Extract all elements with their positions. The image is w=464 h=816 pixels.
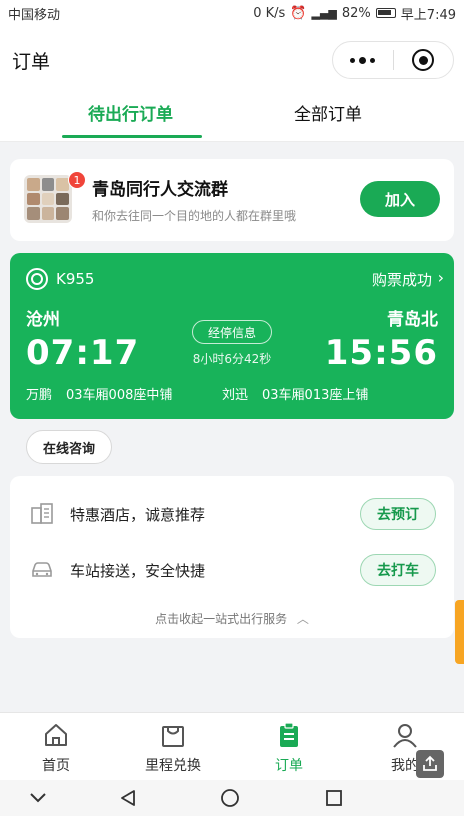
train-ticket-card[interactable]: K955 购票成功 › 沧州 青岛北 07:17 15:56 经停信息 8小时6… xyxy=(10,253,454,419)
building-icon xyxy=(31,503,53,524)
status-indicators: 0 K/s ⏰ ▂▄▆ 82% 早上7:49 xyxy=(253,4,456,23)
call-taxi-button[interactable]: 去打车 xyxy=(360,554,436,586)
battery-icon xyxy=(375,8,396,18)
passenger-seat: 03车厢008座中铺 xyxy=(66,388,173,403)
collapse-services-toggle[interactable]: 点击收起一站式出行服务 ︿ xyxy=(10,610,454,627)
stop-info-button[interactable]: 经停信息 xyxy=(192,320,272,344)
person-icon xyxy=(393,724,417,748)
join-group-button[interactable]: 加入 xyxy=(360,181,440,217)
trip-duration: 8小时6分42秒 xyxy=(192,352,272,366)
group-avatar[interactable] xyxy=(24,175,72,223)
departure-station: 沧州 xyxy=(26,310,60,330)
order-tabs: 待出行订单 全部订单 xyxy=(0,94,464,142)
unread-badge: 1 xyxy=(68,171,86,189)
battery-percent: 82% xyxy=(341,5,371,21)
tabbar-item-home[interactable]: 首页 xyxy=(11,721,101,775)
alarm-icon: ⏰ xyxy=(290,5,307,21)
collapse-label: 点击收起一站式出行服务 xyxy=(155,612,288,626)
train-number: K955 xyxy=(56,270,95,288)
group-subtitle: 和你去往同一个目的地的人都在群里哦 xyxy=(92,209,297,223)
tabbar-label: 订单 xyxy=(275,758,303,774)
group-card: 1 青岛同行人交流群 和你去往同一个目的地的人都在群里哦 加入 xyxy=(10,159,454,241)
tabbar-item-orders[interactable]: 订单 xyxy=(244,721,334,775)
clock: 早上7:49 xyxy=(400,7,456,23)
nav-bar: 订单 xyxy=(0,26,464,94)
chevron-down-icon[interactable] xyxy=(26,788,50,808)
taxi-service-text: 车站接送，安全快捷 xyxy=(70,562,206,580)
system-navigation-bar xyxy=(0,780,464,816)
passenger-seat: 03车厢013座上铺 xyxy=(262,388,369,403)
status-bar: 中国移动 0 K/s ⏰ ▂▄▆ 82% 早上7:49 xyxy=(0,0,464,26)
car-icon xyxy=(32,562,52,577)
page-title: 订单 xyxy=(12,50,51,73)
carrier-label: 中国移动 xyxy=(8,7,61,23)
arrival-time: 15:56 xyxy=(324,333,438,373)
back-icon[interactable] xyxy=(116,788,140,808)
signal-icon: ▂▄▆ xyxy=(311,6,337,20)
chevron-right-icon: › xyxy=(437,268,444,287)
online-consult-button[interactable]: 在线咨询 xyxy=(26,430,112,464)
target-icon xyxy=(412,49,435,71)
more-button[interactable] xyxy=(333,42,393,78)
passenger-name: 万鹏 xyxy=(26,388,53,403)
departure-time: 07:17 xyxy=(26,333,140,373)
ticket-status[interactable]: 购票成功 xyxy=(372,269,432,290)
home-icon xyxy=(45,724,67,746)
railway-logo-icon xyxy=(26,268,48,290)
hotel-service-text: 特惠酒店，诚意推荐 xyxy=(70,506,206,524)
group-title: 青岛同行人交流群 xyxy=(92,180,228,200)
passenger-name: 刘迅 xyxy=(222,388,249,403)
chevron-up-icon: ︿ xyxy=(296,612,309,626)
close-mini-program-button[interactable] xyxy=(394,42,454,78)
tabbar-label: 首页 xyxy=(42,758,70,774)
active-tab-indicator xyxy=(62,135,202,138)
shopping-bag-icon xyxy=(162,726,184,747)
arrival-station: 青岛北 xyxy=(387,310,438,330)
share-icon[interactable] xyxy=(416,750,444,778)
tabbar-item-mileage[interactable]: 里程兑换 xyxy=(128,721,218,775)
home-circle-icon[interactable] xyxy=(218,788,242,808)
travel-services-card: 特惠酒店，诚意推荐 去预订 车站接送，安全快捷 去打车 点击收起一站式出行服务 … xyxy=(10,476,454,638)
more-icon xyxy=(350,56,376,64)
clipboard-icon xyxy=(280,722,298,747)
tabbar-label: 里程兑换 xyxy=(145,758,201,774)
book-hotel-button[interactable]: 去预订 xyxy=(360,498,436,530)
mini-program-capsule xyxy=(332,41,454,79)
tab-pending-orders[interactable]: 待出行订单 xyxy=(88,100,173,125)
recent-apps-icon[interactable] xyxy=(322,788,346,808)
bottom-tab-bar: 首页 里程兑换 订单 我的 xyxy=(0,712,464,780)
network-speed: 0 K/s xyxy=(253,5,286,21)
tab-all-orders[interactable]: 全部订单 xyxy=(294,100,362,125)
floating-side-tab[interactable] xyxy=(455,600,464,664)
